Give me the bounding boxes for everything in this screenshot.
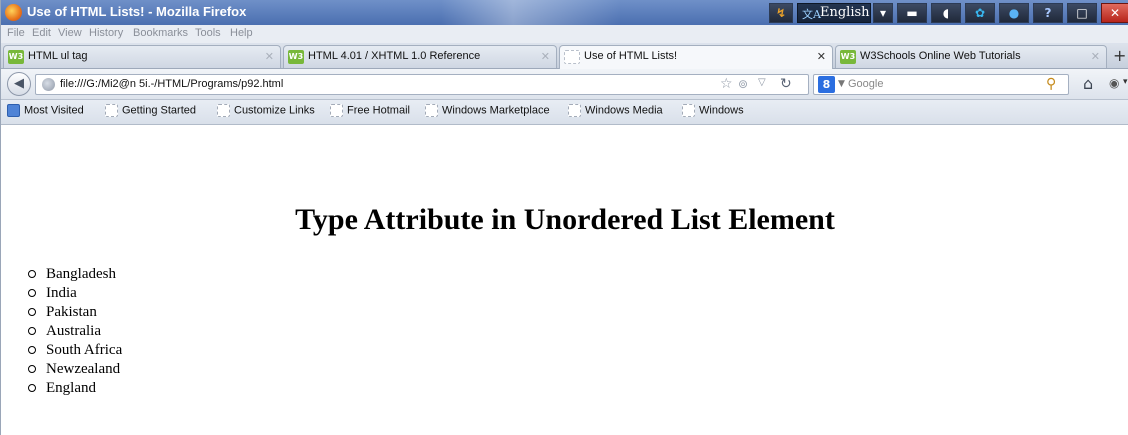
bookmark-page-icon [217,104,230,117]
tab-label: HTML ul tag [28,50,88,62]
home-icon[interactable]: ⌂ [1083,74,1093,93]
star-icon[interactable]: ☆ [720,76,733,92]
w3-favicon-icon: W3 [840,50,856,64]
bookmark-most-visited[interactable]: Most Visited [7,104,84,120]
bookmark-free-hotmail[interactable]: Free Hotmail [330,104,410,120]
circle-bullet-icon [28,383,36,392]
help-icon[interactable]: ? [1033,3,1063,23]
tab-label: W3Schools Online Web Tutorials [860,50,1021,62]
w3-favicon-icon: W3 [8,50,24,64]
title-bar: Use of HTML Lists! - Mozilla Firefox ↯ 文… [1,0,1128,25]
language-dropdown-icon[interactable]: ▾ [873,3,893,23]
bookmark-windows[interactable]: Windows [682,104,744,120]
menu-view[interactable]: View [58,27,82,39]
url-text: file:///G:/Mi2@n 5i.-/HTML/Programs/p92.… [60,78,284,90]
minimize-icon[interactable]: ▬ [897,3,927,23]
address-bar[interactable]: file:///G:/Mi2@n 5i.-/HTML/Programs/p92.… [35,74,809,95]
list-item: England [28,379,122,398]
tab-close-icon[interactable]: ✕ [1091,50,1100,63]
pocket-icon[interactable]: ◉ [1109,76,1119,90]
google-engine-icon[interactable]: 8 [818,76,835,93]
site-identity-icon[interactable] [42,78,55,91]
back-arrow-icon[interactable]: ◀ [7,72,31,96]
circle-bullet-icon [28,364,36,373]
translate-icon: 文A [802,8,821,21]
tab-close-icon[interactable]: ✕ [265,50,274,63]
circle-bullet-icon [28,326,36,335]
tab-label: HTML 4.01 / XHTML 1.0 Reference [308,50,481,62]
menu-edit[interactable]: Edit [32,27,51,39]
country-list: Bangladesh India Pakistan Australia Sout… [28,265,122,398]
globe-icon[interactable]: ● [999,3,1029,23]
tab-html-reference[interactable]: W3 HTML 4.01 / XHTML 1.0 Reference ✕ [283,45,557,68]
bookmark-page-icon [425,104,438,117]
maximize-icon[interactable]: □ [1067,3,1097,23]
history-icon[interactable]: ⊚ [738,77,748,91]
bookmark-getting-started[interactable]: Getting Started [105,104,196,120]
circle-bullet-icon [28,269,36,278]
bookmark-page-icon [330,104,343,117]
bookmark-windows-media[interactable]: Windows Media [568,104,663,120]
tab-close-icon[interactable]: ✕ [817,50,826,63]
language-selector[interactable]: 文A English [797,3,871,23]
tab-use-of-html-lists[interactable]: Use of HTML Lists! ✕ [559,45,833,69]
menu-bookmarks[interactable]: Bookmarks [133,27,188,39]
blank-page-icon [564,50,580,64]
mouse-icon[interactable]: ◖ [931,3,961,23]
tab-label: Use of HTML Lists! [584,50,678,62]
page-heading: Type Attribute in Unordered List Element [295,203,835,236]
list-item: Australia [28,322,122,341]
tab-html-ul-tag[interactable]: W3 HTML ul tag ✕ [3,45,281,68]
list-item: South Africa [28,341,122,360]
list-item: Bangladesh [28,265,122,284]
list-item: India [28,284,122,303]
bookmarks-toolbar: Most Visited Getting Started Customize L… [1,100,1128,125]
circle-bullet-icon [28,288,36,297]
menu-tools[interactable]: Tools [195,27,221,39]
browser-window: Use of HTML Lists! - Mozilla Firefox ↯ 文… [0,0,1128,435]
list-item: Newzealand [28,360,122,379]
tab-w3schools[interactable]: W3 W3Schools Online Web Tutorials ✕ [835,45,1107,68]
new-tab-icon[interactable]: + [1113,46,1126,65]
language-label: English [820,5,870,20]
menu-history[interactable]: History [89,27,123,39]
circle-bullet-icon [28,307,36,316]
bookmark-windows-marketplace[interactable]: Windows Marketplace [425,104,550,120]
reload-icon[interactable]: ↻ [780,76,792,92]
menu-help[interactable]: Help [230,27,253,39]
tab-close-icon[interactable]: ✕ [541,50,550,63]
bookmark-page-icon [682,104,695,117]
search-placeholder: Google [848,78,884,90]
w3-favicon-icon: W3 [288,50,304,64]
bookmark-page-icon [568,104,581,117]
magnifier-icon[interactable]: ⚲ [1046,76,1056,92]
translate-tool-icon[interactable]: ↯ [769,3,793,23]
engine-dropdown-icon[interactable]: ▼ [838,79,845,89]
circle-bullet-icon [28,345,36,354]
close-icon[interactable]: ✕ [1101,3,1128,23]
firefox-icon [5,4,22,21]
settings-icon[interactable]: ✿ [965,3,995,23]
bookmark-page-icon [105,104,118,117]
window-title: Use of HTML Lists! - Mozilla Firefox [27,4,247,19]
tab-strip: W3 HTML ul tag ✕ W3 HTML 4.01 / XHTML 1.… [1,43,1128,69]
page-content: Type Attribute in Unordered List Element… [1,125,1128,435]
most-visited-icon [7,104,20,117]
toolbar-menu-icon[interactable]: ▾ [1123,77,1128,87]
url-dropdown-icon[interactable]: ▽ [758,77,766,88]
navigation-bar: ◀ file:///G:/Mi2@n 5i.-/HTML/Programs/p9… [1,69,1128,100]
list-item: Pakistan [28,303,122,322]
bookmark-customize-links[interactable]: Customize Links [217,104,315,120]
search-bar[interactable]: 8 ▼ Google ⚲ [813,74,1069,95]
menu-file[interactable]: File [7,27,25,39]
menu-bar: File Edit View History Bookmarks Tools H… [1,25,1128,43]
